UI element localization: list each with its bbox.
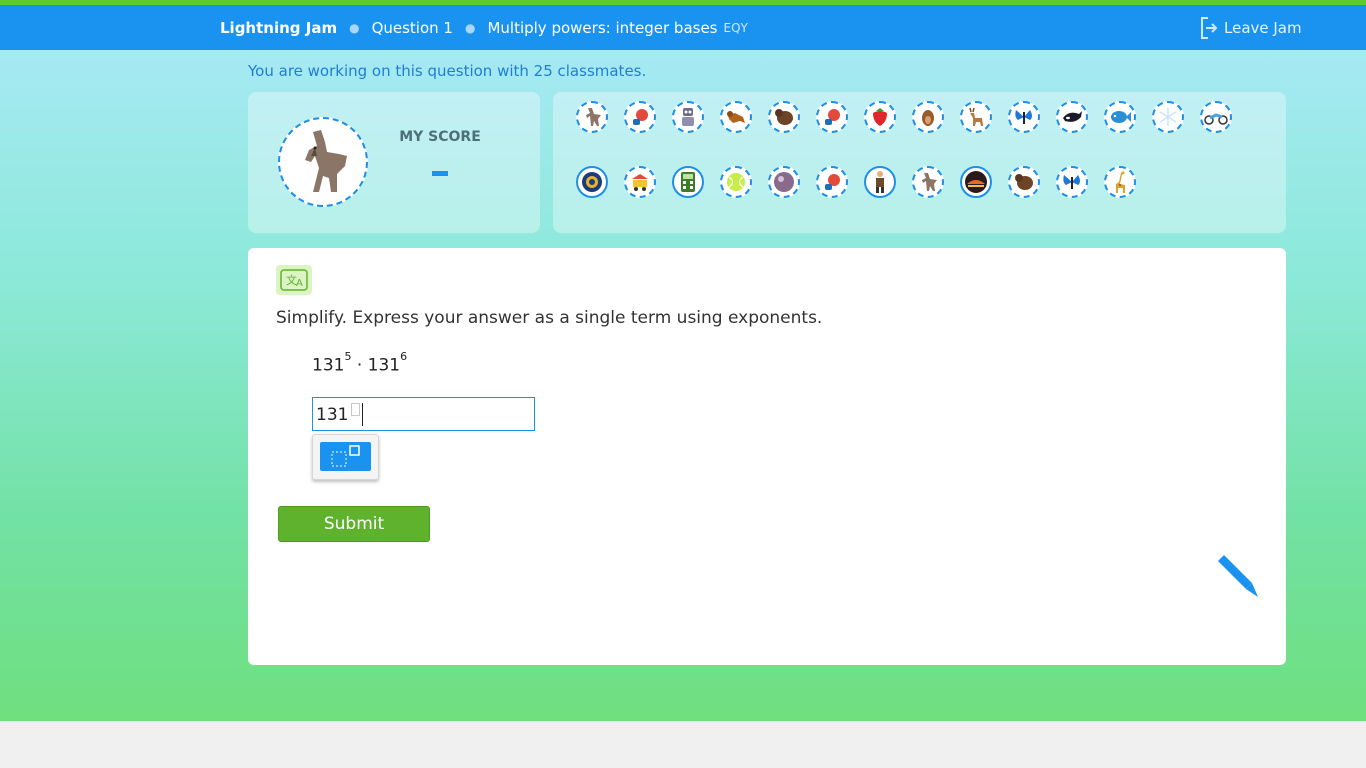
classmate-avatar: [720, 101, 752, 133]
boxing-glove-icon: [633, 109, 648, 125]
breadcrumb-separator: ●: [349, 20, 360, 35]
classmates-notice: You are working on this question with 25…: [248, 62, 647, 80]
bear-icon: [1015, 174, 1033, 190]
question-card: 文 A Simplify. Express your answer as a s…: [248, 248, 1286, 665]
motorcycle-icon: [1204, 113, 1228, 125]
leave-jam-label: Leave Jam: [1224, 18, 1302, 37]
classmate-avatar: [816, 101, 848, 133]
classmate-avatar: [1200, 101, 1232, 133]
classmate-avatar: [624, 166, 656, 198]
monkey-icon: [727, 111, 745, 123]
classmate-avatar: [1056, 166, 1088, 198]
translate-icon[interactable]: 文 A: [276, 265, 312, 295]
orca-icon: [1063, 111, 1082, 122]
butterfly-icon: [1015, 110, 1032, 124]
my-score-value: [432, 171, 448, 176]
score-panel: MY SCORE: [248, 92, 540, 233]
expression-exponent-2: 6: [400, 350, 408, 363]
skill-code: EQY: [723, 20, 748, 35]
classmate-avatar: [1152, 101, 1184, 133]
submit-button[interactable]: Submit: [278, 506, 430, 542]
exponent-template-button[interactable]: [320, 442, 371, 471]
brand-title: Lightning Jam: [220, 18, 338, 37]
question-prompt: Simplify. Express your answer as a singl…: [276, 308, 823, 328]
boxing-glove-icon: [825, 109, 840, 125]
classmate-avatar: [672, 166, 704, 198]
math-palette: [312, 434, 379, 480]
footer: [0, 721, 1366, 768]
planet-icon: [774, 172, 794, 192]
classmate-avatar: [1056, 101, 1088, 133]
classmate-avatar: [912, 166, 944, 198]
exit-icon: [1201, 16, 1218, 39]
text-caret: [362, 403, 363, 426]
classmate-avatar: [1104, 166, 1136, 198]
expression-operator: ·: [356, 355, 363, 376]
classmate-avatar: [672, 101, 704, 133]
breadcrumb-separator: ●: [464, 20, 476, 35]
leave-jam-button[interactable]: Leave Jam: [1200, 5, 1302, 50]
robot-icon: [682, 108, 694, 126]
classmate-avatar: [960, 166, 992, 198]
expression-base-1: 131: [312, 355, 345, 376]
classmate-avatar: [576, 166, 608, 198]
my-score-label: MY SCORE: [399, 129, 481, 145]
skill-name: Multiply powers: integer bases: [487, 18, 718, 37]
classmate-avatar: [1008, 166, 1040, 198]
cart-icon: [632, 174, 648, 191]
classmate-avatar: [576, 101, 608, 133]
strawberry-icon: [873, 108, 887, 126]
answer-exponent-box[interactable]: [351, 403, 360, 416]
answer-input[interactable]: 131: [312, 397, 535, 431]
otter-icon: [922, 110, 934, 126]
classmate-avatar: [1104, 101, 1136, 133]
classmate-avatar: [816, 166, 848, 198]
expression-exponent-1: 5: [344, 350, 352, 363]
deer-icon: [969, 107, 983, 126]
svg-text:A: A: [296, 278, 303, 289]
classmates-panel: [553, 92, 1286, 233]
classmate-avatar: [864, 166, 896, 198]
wolf-icon: [586, 108, 601, 126]
fish-icon: [1111, 111, 1131, 123]
sunset-icon: [965, 171, 987, 193]
bear-icon: [775, 109, 793, 125]
giraffe-icon: [1116, 171, 1125, 193]
wolf-icon: [922, 173, 937, 191]
expression-base-2: 131: [367, 355, 401, 376]
header-bar: Lightning Jam ● Question 1 ● Multiply po…: [0, 5, 1366, 50]
calculator-icon: [681, 172, 695, 192]
classmate-avatar: [1008, 101, 1040, 133]
exponent-template-icon: [331, 445, 360, 467]
classmate-avatar: [864, 101, 896, 133]
classmate-avatar: [960, 101, 992, 133]
question-number: Question 1: [371, 18, 453, 37]
answer-base: 131: [316, 405, 349, 425]
math-expression: 1315 · 1316: [312, 350, 407, 376]
pencil-icon[interactable]: [1214, 553, 1260, 599]
boxing-glove-icon: [825, 174, 840, 190]
classmate-avatar: [768, 166, 800, 198]
wolf-icon: [305, 130, 347, 192]
my-avatar: [278, 117, 368, 207]
classmate-avatar: [624, 101, 656, 133]
explorer-icon: [876, 171, 884, 193]
classmate-avatar: [768, 101, 800, 133]
butterfly-icon: [1063, 175, 1080, 189]
tennis-ball-icon: [727, 173, 745, 191]
classmate-avatar: [720, 166, 752, 198]
badge-icon: [582, 172, 602, 192]
classmate-avatar: [912, 101, 944, 133]
snowflake-icon: [1159, 108, 1177, 126]
breadcrumb: Lightning Jam ● Question 1 ● Multiply po…: [220, 5, 748, 50]
